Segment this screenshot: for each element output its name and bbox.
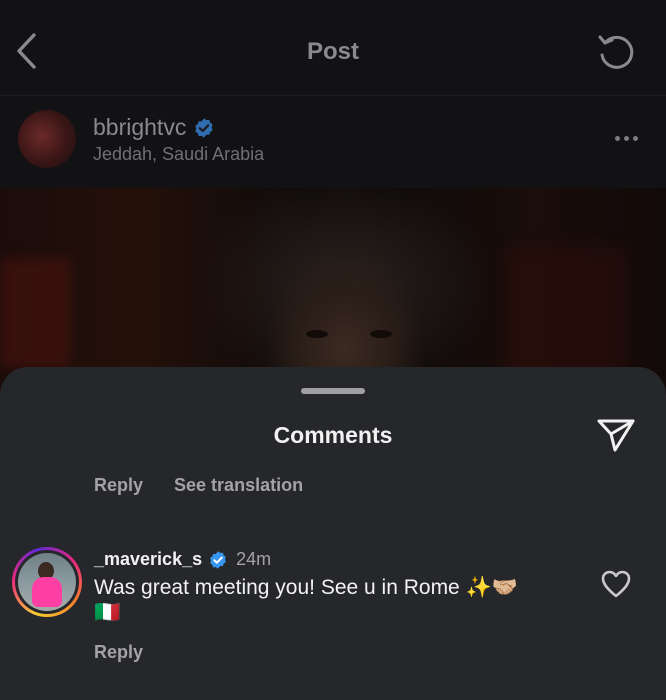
send-icon [597, 419, 635, 452]
like-comment-button[interactable] [600, 569, 632, 599]
author-location[interactable]: Jeddah, Saudi Arabia [93, 144, 264, 165]
page-title: Post [306, 38, 359, 65]
refresh-button[interactable] [594, 30, 638, 74]
more-dot [614, 135, 620, 141]
commenter-username[interactable]: _maverick_s [94, 549, 202, 570]
comment-item: _maverick_s 24m Was great meeting you! S… [0, 545, 666, 675]
comment-text-line: 🇮🇹 [94, 601, 121, 624]
author-name-group[interactable]: bbrightvc [93, 114, 215, 141]
avatar-image [18, 553, 76, 611]
comments-sheet: Comments Reply See translation _maverick… [0, 367, 666, 700]
reply-button[interactable]: Reply [94, 475, 143, 496]
verified-badge-icon [210, 550, 226, 569]
more-dot [623, 135, 629, 141]
image-background-light [0, 258, 70, 368]
avatar-figure-body [32, 577, 62, 607]
top-navigation-bar: Post [0, 0, 666, 96]
more-dot [632, 135, 638, 141]
comment-timestamp: 24m [236, 549, 272, 569]
see-translation-button[interactable]: See translation [174, 475, 303, 496]
commenter-avatar[interactable] [12, 547, 82, 617]
author-username[interactable]: bbrightvc [93, 114, 186, 141]
heart-outline-icon [601, 570, 631, 598]
comment-reply-button[interactable]: Reply [94, 642, 143, 663]
sheet-drag-handle[interactable] [301, 388, 365, 394]
author-avatar[interactable] [18, 110, 76, 168]
post-author-row: bbrightvc Jeddah, Saudi Arabia [0, 96, 666, 188]
share-button[interactable] [594, 415, 638, 455]
comment-text: Was great meeting you! See u in Rome ✨🤝🏼… [94, 575, 554, 625]
avatar-story-ring-gap [15, 550, 79, 614]
verified-badge-icon [195, 117, 213, 138]
comments-title: Comments [273, 422, 393, 448]
refresh-icon [598, 35, 634, 69]
image-subject-face [300, 330, 400, 344]
previous-comment-actions: Reply See translation [94, 475, 303, 496]
comment-header: _maverick_s 24m [94, 549, 271, 570]
more-options-button[interactable] [610, 126, 642, 150]
comment-text-line: Was great meeting you! See u in Rome ✨🤝🏼 [94, 576, 518, 599]
